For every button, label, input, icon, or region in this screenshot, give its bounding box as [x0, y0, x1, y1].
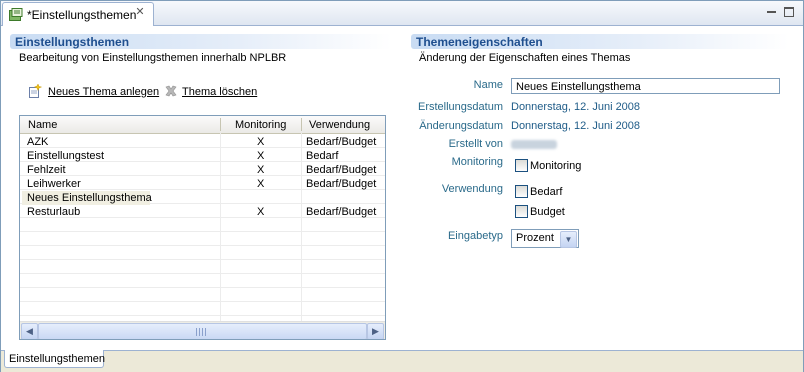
cell-verwendung: Bedarf/Budget: [306, 178, 377, 190]
bedarf-checkbox-label[interactable]: Bedarf: [530, 186, 562, 198]
cell-verwendung: Bedarf/Budget: [306, 206, 377, 218]
left-section-description: Bearbeitung von Einstellungsthemen inner…: [19, 52, 287, 64]
scrollbar-thumb[interactable]: [38, 323, 367, 339]
new-theme-link[interactable]: Neues Thema anlegen: [48, 86, 159, 98]
table-row[interactable]: Leihwerker X Bedarf/Budget: [20, 177, 385, 191]
erstellungsdatum-value: Donnerstag, 12. Juni 2008: [511, 101, 641, 113]
cell-verwendung: Bedarf/Budget: [306, 136, 377, 148]
scroll-left-icon[interactable]: ◀: [21, 323, 38, 339]
erstellt-von-label: Erstellt von: [448, 138, 503, 150]
cell-name: Neues Einstellungsthema: [27, 192, 152, 204]
cell-monitoring: X: [257, 164, 265, 176]
cell-name: Leihwerker: [27, 178, 81, 190]
erstellungsdatum-label: Erstellungsdatum: [418, 101, 503, 113]
budget-checkbox-label[interactable]: Budget: [530, 206, 565, 218]
name-label: Name: [473, 79, 503, 91]
right-section-description: Änderung der Eigenschaften eines Themas: [419, 52, 631, 64]
cell-verwendung: Bedarf: [306, 150, 339, 162]
cell-name: AZK: [27, 136, 49, 148]
table-row[interactable]: AZK X Bedarf/Budget: [20, 135, 385, 149]
column-header-monitoring[interactable]: Monitoring: [235, 119, 286, 131]
monitoring-label: Monitoring: [451, 156, 503, 168]
chevron-down-icon[interactable]: ▼: [560, 231, 577, 248]
name-input[interactable]: Neues Einstellungsthema: [511, 78, 780, 94]
cell-name: Fehlzeit: [27, 164, 66, 176]
delete-icon[interactable]: [164, 84, 178, 98]
cell-name: Resturlaub: [27, 206, 81, 218]
tab-einstellungsthemen[interactable]: Einstellungsthemen: [4, 350, 105, 368]
delete-theme-link[interactable]: Thema löschen: [182, 86, 257, 98]
cell-monitoring: X: [257, 136, 265, 148]
budget-checkbox[interactable]: [515, 205, 528, 218]
editor-tab-icon: [9, 8, 23, 21]
monitoring-checkbox[interactable]: [515, 159, 528, 172]
verwendung-label: Verwendung: [441, 183, 503, 195]
scroll-right-icon[interactable]: ▶: [367, 323, 384, 339]
horizontal-scrollbar[interactable]: ◀ ▶: [20, 321, 385, 339]
right-section-title: Themeneigenschaften: [416, 35, 543, 49]
cell-monitoring: X: [257, 206, 265, 218]
bedarf-checkbox[interactable]: [515, 185, 528, 198]
cell-monitoring: X: [257, 178, 265, 190]
editor-tab[interactable]: *Einstellungsthemen ✕: [2, 2, 154, 26]
table-header: Name Monitoring Verwendung: [20, 116, 385, 134]
maximize-button[interactable]: [783, 6, 795, 17]
column-header-name[interactable]: Name: [28, 119, 57, 131]
eingabetyp-value: Prozent: [516, 232, 554, 244]
eingabetyp-select[interactable]: Prozent ▼: [511, 229, 579, 248]
themes-table[interactable]: Name Monitoring Verwendung AZK X Bedarf/…: [19, 115, 386, 340]
column-header-verwendung[interactable]: Verwendung: [309, 119, 370, 131]
monitoring-checkbox-label[interactable]: Monitoring: [530, 160, 581, 172]
close-icon[interactable]: ✕: [134, 6, 146, 18]
cell-name: Einstellungstest: [27, 150, 105, 162]
editor-frame: *Einstellungsthemen ✕ Einstellungsthemen…: [0, 0, 804, 372]
minimize-button[interactable]: [766, 6, 778, 16]
aenderungsdatum-label: Änderungsdatum: [419, 120, 503, 132]
cell-verwendung: Bedarf/Budget: [306, 164, 377, 176]
aenderungsdatum-value: Donnerstag, 12. Juni 2008: [511, 120, 641, 132]
editor-tab-bar: *Einstellungsthemen ✕: [1, 1, 803, 26]
table-row[interactable]: Fehlzeit X Bedarf/Budget: [20, 163, 385, 177]
new-theme-icon[interactable]: [28, 84, 42, 98]
cell-monitoring: X: [257, 150, 265, 162]
bottom-tab-bar: Einstellungsthemen: [1, 350, 803, 372]
table-row-selected[interactable]: Neues Einstellungsthema: [20, 191, 385, 205]
eingabetyp-label: Eingabetyp: [447, 230, 503, 242]
erstellt-von-value-redacted: [511, 140, 557, 149]
editor-tab-title: *Einstellungsthemen: [27, 8, 137, 22]
table-row[interactable]: Einstellungstest X Bedarf: [20, 149, 385, 163]
left-section-title: Einstellungsthemen: [15, 35, 130, 49]
table-row[interactable]: Resturlaub X Bedarf/Budget: [20, 205, 385, 219]
